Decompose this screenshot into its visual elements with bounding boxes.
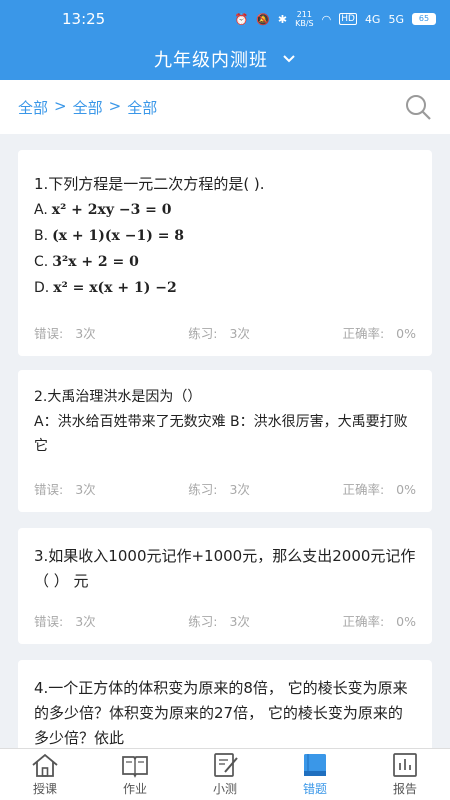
option-math: x² = x(x + 1) −2 <box>53 280 177 296</box>
question-stats: 错误: 3次 练习: 3次 正确率: 0% <box>34 596 416 644</box>
breadcrumb: 全部 > 全部 > 全部 <box>18 97 157 118</box>
signal-4g-icon: 4G <box>364 12 381 26</box>
nav-label: 报告 <box>392 782 417 796</box>
signal-5g-icon: 5G <box>388 12 404 26</box>
option-c: C. 3²x + 2 = 0 <box>34 249 416 275</box>
filter-bar: 全部 > 全部 > 全部 <box>0 80 450 134</box>
page-title: 九年级内测班 <box>154 50 268 71</box>
chart-icon <box>393 753 417 777</box>
nav-item-lessons[interactable]: 授课 <box>10 752 80 797</box>
question-title: 4.一个正方体的体积变为原来的8倍， 它的棱长变为原来的多少倍？体积变为原来的2… <box>34 679 408 747</box>
question-card[interactable]: 1.下列方程是一元二次方程的是( ). A. x² + 2xy −3 = 0 B… <box>18 150 432 356</box>
option-math: (x + 1)(x −1) = 8 <box>52 228 185 244</box>
home-icon <box>32 753 58 777</box>
edit-icon <box>214 753 238 777</box>
nav-item-homework[interactable]: 作业 <box>100 752 170 797</box>
nav-label: 小测 <box>212 782 237 796</box>
question-title: 3.如果收入1000元记作+1000元，那么支出2000元记作 （ ） 元 <box>34 547 416 590</box>
breadcrumb-item[interactable]: 全部 <box>18 97 48 118</box>
option-math: 3²x + 2 = 0 <box>52 254 139 270</box>
book-icon <box>122 756 148 778</box>
status-time: 13:25 <box>62 10 106 28</box>
bluetooth-icon: ✱ <box>277 12 288 26</box>
option-b: B. (x + 1)(x −1) = 8 <box>34 223 416 249</box>
question-body: A：洪水给百姓带来了无数灾难 B：洪水很厉害，大禹要打败它 <box>34 414 408 454</box>
nav-item-report[interactable]: 报告 <box>370 752 440 797</box>
error-count: 错误: 3次 <box>34 481 96 497</box>
class-selector[interactable]: 九年级内测班 <box>0 38 450 80</box>
question-title: 2.大禹治理洪水是因为（） <box>34 389 202 405</box>
nav-item-mistakes[interactable]: 错题 <box>280 752 350 797</box>
error-count: 错误: 3次 <box>34 613 96 629</box>
accuracy-rate: 正确率: 0% <box>342 325 416 341</box>
accuracy-rate: 正确率: 0% <box>342 481 416 497</box>
network-speed: 211 KB/S <box>295 10 314 28</box>
status-icons: ⏰ 🔕 ✱ 211 KB/S ◠ HD 4G 5G 65 <box>234 10 436 28</box>
search-icon[interactable] <box>404 93 432 121</box>
question-title: 1.下列方程是一元二次方程的是( ). <box>34 175 265 193</box>
status-bar: 13:25 ⏰ 🔕 ✱ 211 KB/S ◠ HD 4G 5G 65 <box>0 0 450 38</box>
alarm-icon: ⏰ <box>234 12 249 26</box>
practice-count: 练习: 3次 <box>188 325 250 341</box>
accuracy-rate: 正确率: 0% <box>342 613 416 629</box>
bell-off-icon: 🔕 <box>256 12 270 26</box>
option-math: x² + 2xy −3 = 0 <box>51 202 172 218</box>
nav-item-quiz[interactable]: 小测 <box>190 752 260 797</box>
hd-icon: HD <box>339 13 357 25</box>
breadcrumb-item[interactable]: 全部 <box>73 97 103 118</box>
practice-count: 练习: 3次 <box>188 481 250 497</box>
breadcrumb-separator: > <box>108 96 122 115</box>
wifi-icon: ◠ <box>321 12 332 26</box>
bottom-nav: 授课 作业 小测 错题 报告 <box>0 748 450 800</box>
question-card[interactable]: 2.大禹治理洪水是因为（） A：洪水给百姓带来了无数灾难 B：洪水很厉害，大禹要… <box>18 370 432 512</box>
nav-label: 错题 <box>302 782 327 796</box>
error-count: 错误: 3次 <box>34 325 96 341</box>
chevron-down-icon <box>283 55 295 63</box>
notebook-icon <box>304 754 326 776</box>
option-d: D. x² = x(x + 1) −2 <box>34 275 416 301</box>
question-card[interactable]: 3.如果收入1000元记作+1000元，那么支出2000元记作 （ ） 元 错误… <box>18 528 432 644</box>
question-stats: 错误: 3次 练习: 3次 正确率: 0% <box>34 464 416 512</box>
practice-count: 练习: 3次 <box>188 613 250 629</box>
option-a: A. x² + 2xy −3 = 0 <box>34 197 416 223</box>
breadcrumb-item[interactable]: 全部 <box>127 97 157 118</box>
battery-icon: 65 <box>412 13 436 25</box>
nav-label: 作业 <box>122 782 147 796</box>
question-list: 1.下列方程是一元二次方程的是( ). A. x² + 2xy −3 = 0 B… <box>18 150 432 796</box>
nav-label: 授课 <box>32 782 57 796</box>
question-stats: 错误: 3次 练习: 3次 正确率: 0% <box>34 308 416 356</box>
breadcrumb-separator: > <box>54 96 67 115</box>
